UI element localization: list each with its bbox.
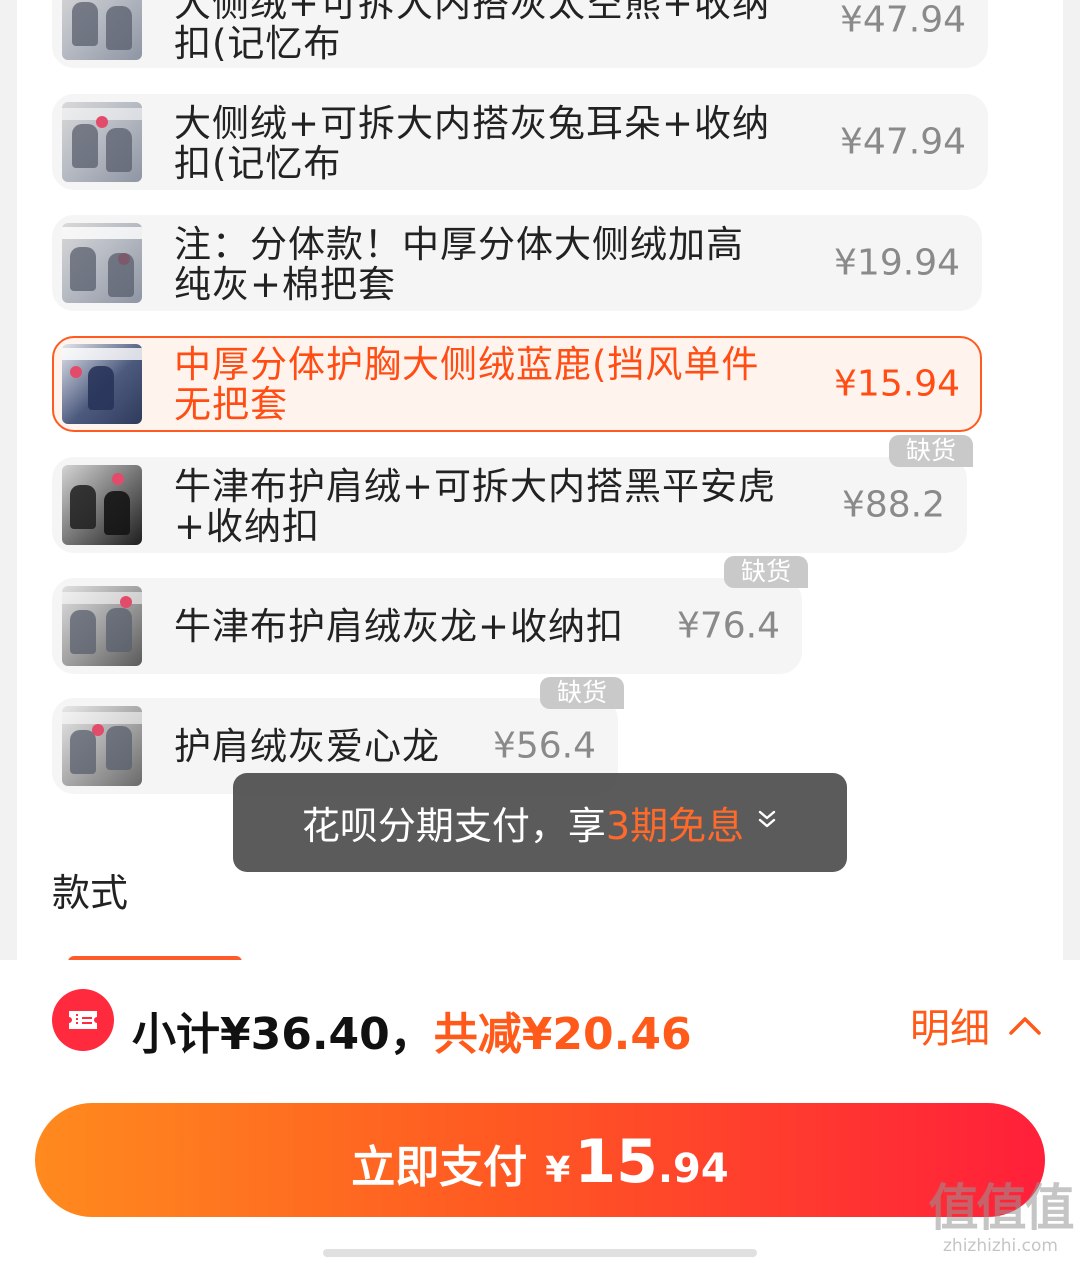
sku-price: ¥56.4 (492, 725, 596, 767)
sku-option-selected[interactable]: 中厚分体护胸大侧绒蓝鹿(挡风单件 无把套 ¥15.94 (52, 336, 982, 432)
out-of-stock-badge: 缺货 (724, 556, 808, 588)
detail-label: 明细 (910, 1006, 990, 1052)
detail-toggle[interactable]: 明细 (910, 996, 1042, 1054)
sku-thumbnail (62, 223, 142, 303)
sku-label-line2: 无把套 (174, 383, 288, 426)
watermark-url: zhizhizhi.com (943, 1236, 1058, 1256)
sku-price: ¥88.2 (841, 484, 945, 526)
sku-label-line1: 大侧绒+可拆大内搭灰兔耳朵+收纳 (174, 102, 771, 145)
pay-amount-integer: 15 (574, 1127, 658, 1197)
sku-price: ¥76.4 (676, 605, 780, 647)
subtotal-summary: 小计¥36.40，共减¥20.46 (132, 998, 692, 1062)
sku-label-line1: 注：分体款！中厚分体大侧绒加高 (174, 223, 744, 266)
installment-toast[interactable]: 花呗分期支付，享 3期免息 (233, 773, 847, 872)
sku-option[interactable]: 注：分体款！中厚分体大侧绒加高 纯灰+棉把套 ¥19.94 (52, 215, 982, 311)
sku-label-line1: 中厚分体护胸大侧绒蓝鹿(挡风单件 (174, 343, 760, 386)
watermark-mark: 值值值 (928, 1179, 1075, 1237)
pay-now-button[interactable]: 立即支付 ¥ 15 .94 (35, 1103, 1045, 1217)
sku-label-line2: 纯灰+棉把套 (174, 263, 397, 306)
sku-option[interactable]: 大侧绒+可拆大内搭灰兔耳朵+收纳 扣(记忆布 ¥47.94 (52, 94, 988, 190)
sku-thumbnail (62, 586, 142, 666)
style-section-title: 款式 (52, 871, 129, 915)
sku-price: ¥47.94 (840, 0, 966, 41)
chevron-up-icon (1009, 1017, 1041, 1035)
sku-label-line1: 护肩绒灰爱心龙 (174, 725, 440, 768)
home-indicator[interactable] (323, 1249, 757, 1257)
sku-label-line2: 扣(记忆布 (174, 22, 342, 65)
sku-thumbnail (62, 465, 142, 545)
out-of-stock-badge: 缺货 (540, 677, 624, 709)
subtotal-label: 小计¥36.40， (132, 1009, 434, 1060)
toast-prefix: 花呗分期支付，享 (301, 804, 606, 848)
discount-label: 共减¥20.46 (433, 1009, 692, 1060)
ticket-icon (52, 989, 114, 1051)
watermark: 值值值 zhizhizhi.com (928, 1179, 1075, 1260)
pay-button-label: 立即支付 (351, 1142, 528, 1193)
double-chevron-down-icon (758, 810, 776, 827)
sku-price: ¥15.94 (834, 363, 960, 405)
toast-highlight: 3期免息 (605, 804, 745, 848)
sku-price: ¥19.94 (834, 242, 960, 284)
sku-option[interactable]: 牛津布护肩绒+可拆大内搭黑平安虎 +收纳扣 ¥88.2 (52, 457, 967, 553)
sku-thumbnail (62, 102, 142, 182)
sku-label-line2: +收纳扣 (174, 505, 321, 548)
sku-label-line2: 扣(记忆布 (174, 142, 342, 185)
sku-thumbnail (62, 344, 142, 424)
sku-label-line1: 牛津布护肩绒灰龙+收纳扣 (174, 605, 625, 648)
sku-thumbnail (62, 706, 142, 786)
sku-label-line1: 大侧绒+可拆大内搭灰太空熊+收纳 (174, 0, 771, 25)
sku-option[interactable]: 大侧绒+可拆大内搭灰太空熊+收纳 扣(记忆布 ¥47.94 (52, 0, 988, 68)
out-of-stock-badge: 缺货 (889, 435, 973, 467)
sku-option[interactable]: 牛津布护肩绒灰龙+收纳扣 ¥76.4 (52, 578, 802, 674)
sku-thumbnail (62, 0, 142, 60)
pay-amount-decimal: .94 (657, 1146, 729, 1192)
sku-price: ¥47.94 (840, 121, 966, 163)
pay-currency: ¥ (545, 1150, 571, 1191)
sku-label-line1: 牛津布护肩绒+可拆大内搭黑平安虎 (174, 465, 777, 508)
